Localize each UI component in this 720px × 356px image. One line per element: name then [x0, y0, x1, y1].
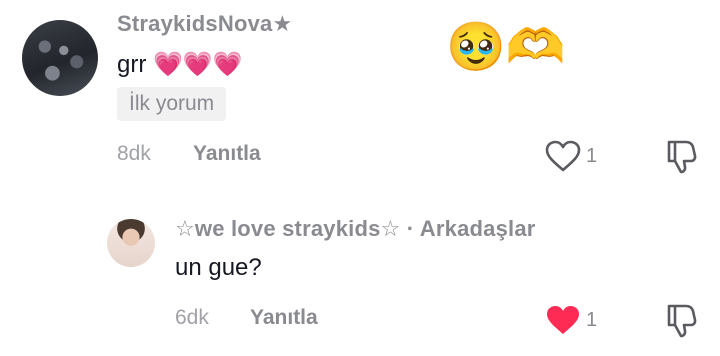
like-count: 1 — [586, 145, 598, 167]
pleading-face-icon: 🥹 — [446, 21, 506, 74]
heart-hands-icon: 🫶 — [505, 21, 566, 74]
avatar[interactable] — [22, 20, 98, 96]
first-comment-badge: İlk yorum — [117, 87, 227, 121]
heart-icon-liked[interactable] — [545, 304, 581, 336]
dislike-icon[interactable] — [664, 302, 698, 338]
friend-label: · Arkadaşlar — [406, 216, 536, 241]
reply-button[interactable]: Yanıtla — [250, 306, 318, 330]
comment-username[interactable]: ☆we love straykids☆ · Arkadaşlar — [175, 216, 536, 242]
reply-button[interactable]: Yanıtla — [193, 142, 261, 166]
dislike-icon[interactable] — [664, 138, 698, 174]
heart-icon[interactable] — [545, 140, 581, 172]
reaction-emojis: 🥹🫶 — [446, 24, 566, 72]
reply-username[interactable]: ☆we love straykids☆ — [175, 216, 400, 241]
comment-time: 6dk — [175, 306, 209, 329]
comment-username[interactable]: StraykidsNova★ — [117, 11, 292, 37]
comment-time: 8dk — [117, 142, 151, 165]
avatar[interactable] — [107, 219, 155, 267]
comment-text: un gue? — [175, 254, 262, 281]
like-count: 1 — [586, 309, 598, 331]
comment-text: grr 💗💗💗 — [117, 51, 243, 78]
